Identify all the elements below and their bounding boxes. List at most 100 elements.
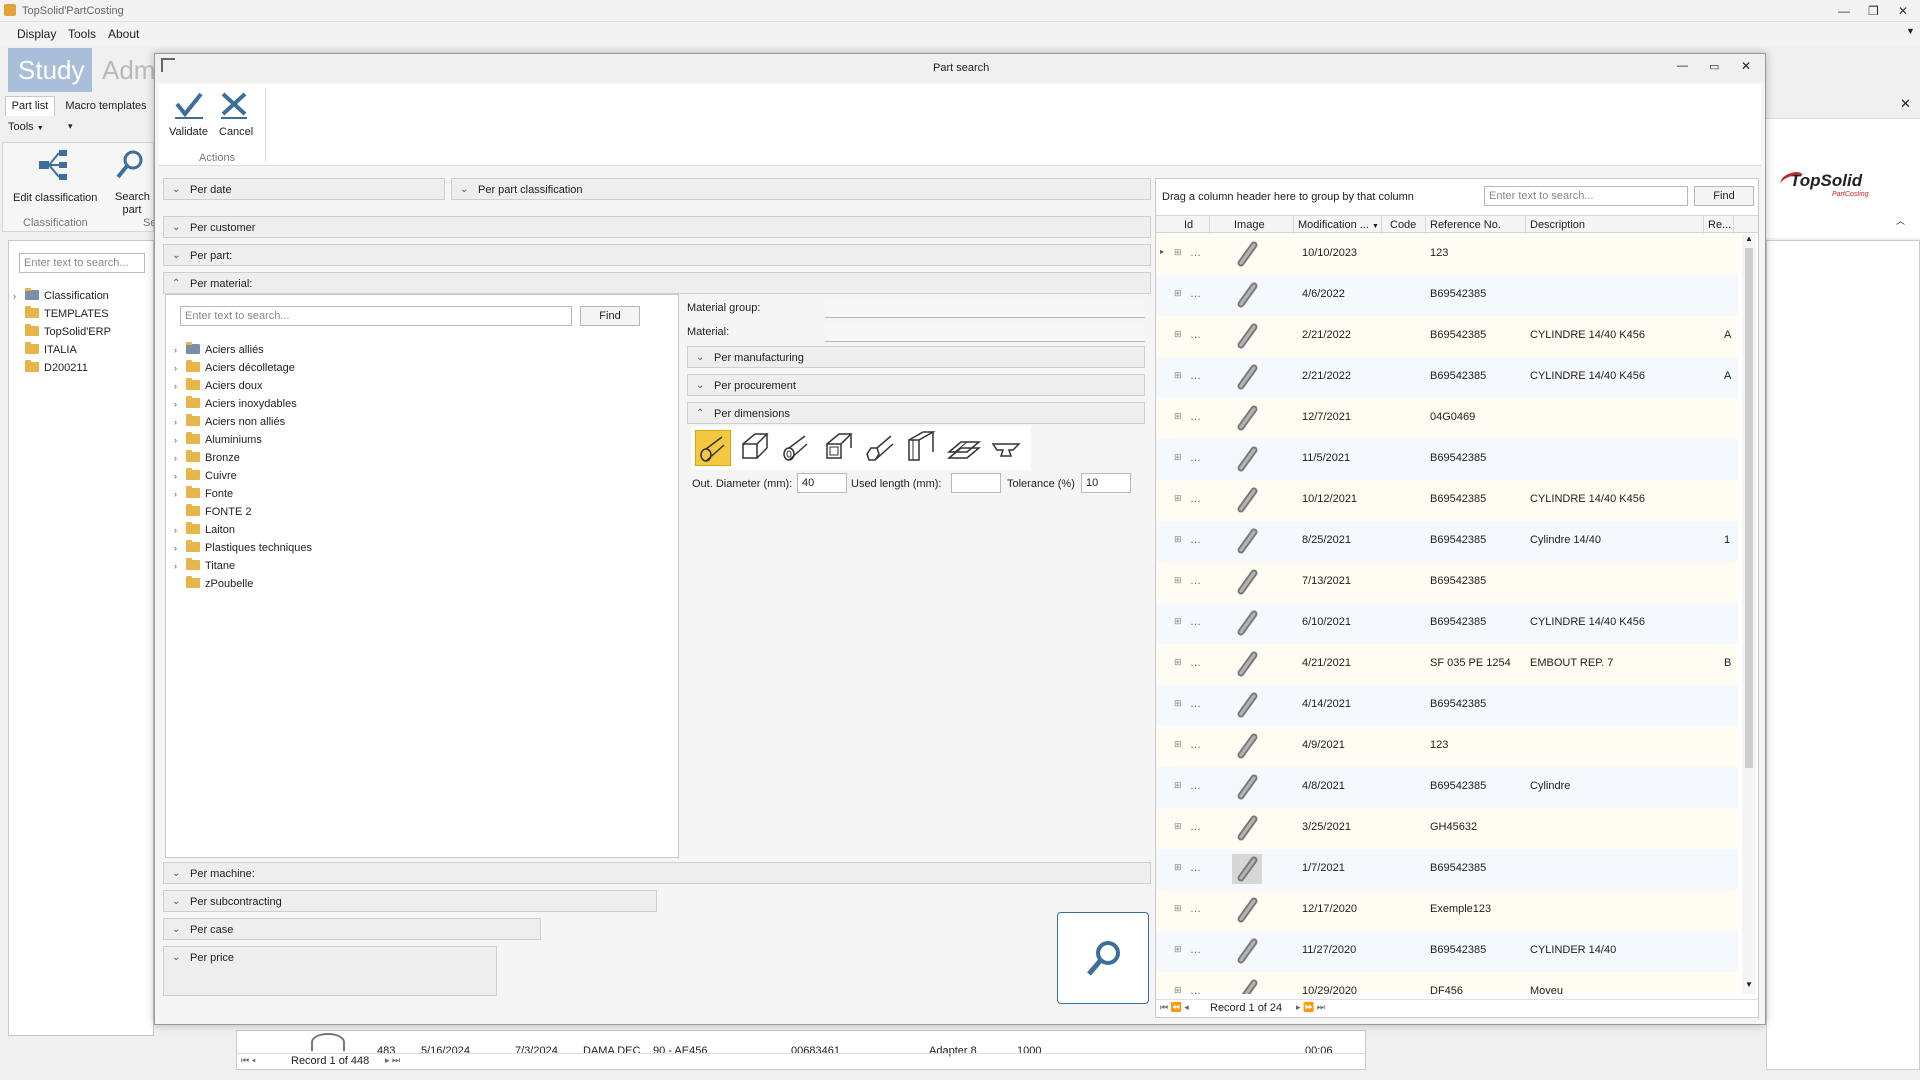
- expand-icon[interactable]: ⊞: [1174, 411, 1182, 422]
- scroll-up-icon[interactable]: ▲: [1745, 234, 1753, 243]
- square-tube-shape-icon[interactable]: [821, 430, 857, 466]
- scroll-down-icon[interactable]: ▼: [1745, 980, 1753, 989]
- tab-part-list[interactable]: Part list: [5, 96, 55, 116]
- tree-item-d200211[interactable]: D200211: [13, 359, 88, 377]
- per-date-header[interactable]: ⌄ Per date: [163, 178, 445, 200]
- table-row[interactable]: ⊞ … 4/6/2022 B69542385: [1156, 275, 1738, 317]
- table-row[interactable]: ⊞ … 6/10/2021 B69542385 CYLINDRE 14/40 K456: [1156, 603, 1738, 645]
- customize-icon[interactable]: ▾: [68, 121, 73, 132]
- per-procurement-header[interactable]: ⌄ Per procurement: [687, 374, 1145, 396]
- material-field[interactable]: [825, 322, 1145, 342]
- expand-icon[interactable]: ⊞: [1174, 575, 1182, 586]
- expand-icon[interactable]: ⊞: [1174, 944, 1182, 955]
- tab-study[interactable]: Study: [8, 48, 92, 92]
- per-material-header[interactable]: ⌃ Per material:: [163, 272, 1151, 294]
- material-item[interactable]: › Aciers non alliés: [174, 413, 285, 431]
- material-item[interactable]: zPoubelle: [174, 575, 253, 593]
- expand-icon[interactable]: ⊞: [1174, 739, 1182, 750]
- table-row[interactable]: ⊞ … 11/5/2021 B69542385: [1156, 439, 1738, 481]
- menu-tools[interactable]: Tools: [68, 27, 96, 41]
- row-menu-icon[interactable]: …: [1190, 862, 1201, 874]
- material-find-button[interactable]: Find: [580, 306, 640, 326]
- table-row[interactable]: ⊞ … 3/25/2021 GH45632: [1156, 808, 1738, 850]
- grid-scrollbar[interactable]: ▲ ▼: [1742, 234, 1756, 994]
- plate-shape-icon[interactable]: [946, 430, 983, 466]
- table-row[interactable]: ⊞ … 4/14/2021 B69542385: [1156, 685, 1738, 727]
- tolerance-input[interactable]: 10: [1081, 473, 1131, 493]
- tree-item-topsolid-erp[interactable]: TopSolid'ERP: [13, 323, 111, 341]
- per-case-header[interactable]: ⌄ Per case: [163, 918, 541, 940]
- col-header-reference[interactable]: Reference No.: [1426, 216, 1526, 234]
- row-menu-icon[interactable]: …: [1190, 985, 1201, 994]
- col-header-code[interactable]: Code: [1382, 216, 1426, 234]
- material-item[interactable]: › Aluminiums: [174, 431, 262, 449]
- expand-icon[interactable]: ⊞: [1174, 985, 1182, 994]
- row-menu-icon[interactable]: …: [1190, 329, 1201, 341]
- material-item[interactable]: › Fonte: [174, 485, 233, 503]
- expand-icon[interactable]: ⊞: [1174, 452, 1182, 463]
- search-part-button[interactable]: Search part: [109, 147, 153, 217]
- expand-icon[interactable]: ⊞: [1174, 821, 1182, 832]
- expand-icon[interactable]: ⊞: [1174, 657, 1182, 668]
- expand-icon[interactable]: ⊞: [1174, 534, 1182, 545]
- table-row[interactable]: ⊞ … 10/29/2020 DF456 Moyeu: [1156, 972, 1738, 994]
- material-item[interactable]: › Bronze: [174, 449, 240, 467]
- tree-item-classification[interactable]: › Classification: [13, 287, 109, 305]
- col-header-id[interactable]: Id: [1170, 216, 1210, 234]
- row-menu-icon[interactable]: …: [1190, 247, 1201, 259]
- table-row[interactable]: ⊞ … 11/27/2020 B69542385 CYLINDER 14/40: [1156, 931, 1738, 973]
- used-length-input[interactable]: [951, 473, 1001, 493]
- material-item[interactable]: › Aciers alliés: [174, 341, 264, 359]
- close-icon[interactable]: ✕: [1898, 4, 1908, 18]
- per-part-header[interactable]: ⌄ Per part:: [163, 244, 1151, 266]
- table-row[interactable]: ⊞ … 12/17/2020 Exemple123: [1156, 890, 1738, 932]
- dialog-close-icon[interactable]: ✕: [1741, 59, 1751, 73]
- close-panel-icon[interactable]: ✕: [1900, 96, 1911, 112]
- table-row[interactable]: ⊞ … 12/7/2021 04G0469: [1156, 398, 1738, 440]
- material-item[interactable]: › Cuivre: [174, 467, 237, 485]
- material-item[interactable]: › Aciers inoxydables: [174, 395, 297, 413]
- edit-classification-button[interactable]: Edit classification: [9, 147, 97, 211]
- per-machine-header[interactable]: ⌄ Per machine:: [163, 862, 1151, 884]
- per-dimensions-header[interactable]: ⌃ Per dimensions: [687, 402, 1145, 424]
- row-menu-icon[interactable]: …: [1190, 411, 1201, 423]
- table-row[interactable]: ⊞ … 10/12/2021 B69542385 CYLINDRE 14/40 K456: [1156, 480, 1738, 522]
- col-header-re[interactable]: Re...: [1704, 216, 1734, 234]
- table-row[interactable]: ⊞ … 1/7/2021 B69542385: [1156, 849, 1738, 891]
- restore-icon[interactable]: ❐: [1868, 4, 1879, 18]
- table-row[interactable]: ⊞ … 10/10/2023 123: [1156, 234, 1738, 276]
- row-menu-icon[interactable]: …: [1190, 288, 1201, 300]
- row-menu-icon[interactable]: …: [1190, 657, 1201, 669]
- per-part-classification-header[interactable]: ⌄ Per part classification: [451, 178, 1151, 200]
- row-menu-icon[interactable]: …: [1190, 370, 1201, 382]
- nav-last-icon[interactable]: ▸ ⏩ ⏭: [1296, 1002, 1325, 1013]
- tools-dropdown[interactable]: Tools ▼: [8, 121, 44, 137]
- round-bar-shape-icon[interactable]: [695, 430, 731, 466]
- table-row[interactable]: ⊞ … 7/13/2021 B69542385: [1156, 562, 1738, 604]
- material-search-input[interactable]: Enter text to search...: [180, 306, 572, 326]
- table-row[interactable]: ⊞ … 8/25/2021 B69542385 Cylindre 14/40 1: [1156, 521, 1738, 563]
- col-header-modification[interactable]: Modification ... ▼: [1294, 216, 1382, 234]
- expand-icon[interactable]: ⊞: [1174, 493, 1182, 504]
- per-subcontracting-header[interactable]: ⌄ Per subcontracting: [163, 890, 657, 912]
- col-header-description[interactable]: Description: [1526, 216, 1704, 234]
- grid-find-button[interactable]: Find: [1694, 186, 1754, 206]
- row-menu-icon[interactable]: …: [1190, 780, 1201, 792]
- row-menu-icon[interactable]: …: [1190, 903, 1201, 915]
- flat-bar-shape-icon[interactable]: [905, 430, 941, 466]
- out-diameter-input[interactable]: 40: [797, 473, 847, 493]
- row-menu-icon[interactable]: …: [1190, 739, 1201, 751]
- tube-shape-icon[interactable]: [779, 430, 815, 466]
- row-menu-icon[interactable]: …: [1190, 616, 1201, 628]
- per-price-header[interactable]: ⌄ Per price: [163, 946, 497, 996]
- nav-first-icon[interactable]: ⏮ ◂: [241, 1055, 256, 1066]
- material-group-field[interactable]: [825, 298, 1145, 318]
- expand-icon[interactable]: ⊞: [1174, 780, 1182, 791]
- bg-record-nav[interactable]: ⏮ ◂ Record 1 of 448 ▸ ⏭: [237, 1053, 1365, 1069]
- material-item[interactable]: › Titane: [174, 557, 235, 575]
- forging-shape-icon[interactable]: [989, 430, 1025, 466]
- expand-icon[interactable]: ⊞: [1174, 903, 1182, 914]
- expand-icon[interactable]: ⊞: [1174, 698, 1182, 709]
- nav-first-icon[interactable]: ⏮ ⏪ ◂: [1160, 1002, 1189, 1013]
- expand-icon[interactable]: ⊞: [1174, 862, 1182, 873]
